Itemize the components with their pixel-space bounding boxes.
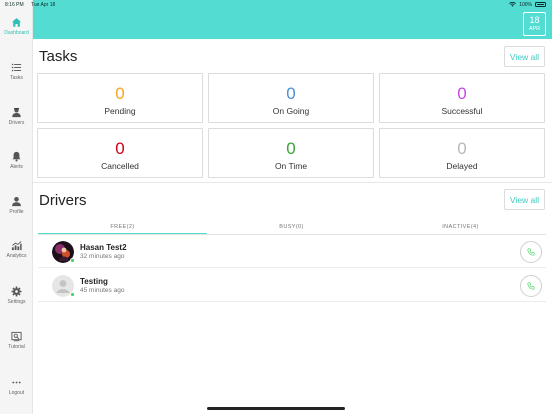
task-label: On Going bbox=[272, 106, 310, 116]
active-tab-indicator bbox=[38, 233, 207, 234]
tasks-title: Tasks bbox=[39, 48, 78, 65]
user-icon bbox=[12, 197, 21, 207]
status-date: Tue Apr 18 bbox=[31, 2, 56, 8]
status-time: 8:16 PM bbox=[5, 2, 24, 8]
task-card-on-time[interactable]: 0 On Time bbox=[208, 128, 374, 178]
sidebar-item-tutorial[interactable]: Tutorial bbox=[0, 331, 33, 361]
task-label: Delayed bbox=[446, 161, 478, 171]
driver-icon bbox=[12, 108, 21, 118]
driver-name: Hasan Test2 bbox=[80, 243, 127, 252]
driver-name: Testing bbox=[80, 277, 108, 286]
bell-icon bbox=[12, 151, 21, 162]
drivers-view-all-button[interactable]: View all bbox=[504, 189, 545, 210]
home-icon bbox=[11, 18, 22, 27]
sidebar-item-label: Settings bbox=[7, 299, 26, 305]
tutorial-icon bbox=[11, 331, 22, 342]
drivers-title: Drivers bbox=[39, 192, 87, 209]
analytics-icon bbox=[11, 241, 22, 251]
sidebar-item-alerts[interactable]: Alerts bbox=[0, 151, 33, 181]
home-indicator[interactable] bbox=[207, 407, 345, 410]
phone-icon bbox=[527, 282, 535, 290]
task-count: 0 bbox=[286, 139, 296, 158]
gear-icon bbox=[11, 286, 22, 297]
phone-icon bbox=[527, 248, 535, 256]
task-label: Cancelled bbox=[101, 161, 139, 171]
driver-row[interactable]: Hasan Test2 32 minutes ago bbox=[38, 235, 546, 268]
task-count: 0 bbox=[115, 139, 125, 158]
call-button[interactable] bbox=[520, 241, 542, 263]
sidebar-item-analytics[interactable]: Analytics bbox=[0, 240, 33, 270]
task-count: 0 bbox=[457, 139, 467, 158]
driver-last-seen: 45 minutes ago bbox=[80, 287, 125, 294]
sidebar-item-settings[interactable]: Settings bbox=[0, 286, 33, 316]
sidebar-item-profile[interactable]: Profile bbox=[0, 196, 33, 226]
status-bar: 8:16 PM Tue Apr 18 100% bbox=[0, 0, 552, 10]
driver-row[interactable]: Testing 45 minutes ago bbox=[38, 269, 546, 302]
sidebar-item-label: Tasks bbox=[10, 75, 23, 81]
task-card-ongoing[interactable]: 0 On Going bbox=[208, 73, 374, 123]
date-badge-day: 18 bbox=[529, 15, 540, 25]
task-card-cancelled[interactable]: 0 Cancelled bbox=[37, 128, 203, 178]
date-badge[interactable]: 18 APR bbox=[523, 12, 546, 36]
sidebar: Dashboard Tasks Drivers Alerts Profile A… bbox=[0, 0, 33, 414]
section-divider bbox=[33, 182, 552, 183]
task-label: Successful bbox=[441, 106, 483, 116]
tab-busy[interactable]: BUSY(0) bbox=[207, 224, 376, 230]
tasks-view-all-button[interactable]: View all bbox=[504, 46, 545, 67]
sidebar-item-label: Analytics bbox=[6, 253, 27, 259]
sidebar-item-label: Logout bbox=[8, 390, 25, 396]
task-card-pending[interactable]: 0 Pending bbox=[37, 73, 203, 123]
task-label: On Time bbox=[274, 161, 308, 171]
more-icon bbox=[12, 381, 21, 384]
sidebar-item-dashboard[interactable]: Dashboard bbox=[0, 17, 33, 47]
battery-icon bbox=[535, 2, 546, 7]
task-count: 0 bbox=[115, 84, 125, 103]
task-label: Pending bbox=[104, 106, 136, 116]
tab-free[interactable]: FREE(2) bbox=[38, 224, 207, 230]
task-count: 0 bbox=[286, 84, 296, 103]
sidebar-item-tasks[interactable]: Tasks bbox=[0, 62, 33, 92]
task-card-successful[interactable]: 0 Successful bbox=[379, 73, 545, 123]
sidebar-item-label: Tutorial bbox=[8, 344, 25, 350]
online-status-dot bbox=[70, 292, 75, 297]
sidebar-item-logout[interactable]: Logout bbox=[0, 377, 33, 407]
app-screen: 18 APR 8:16 PM Tue Apr 18 100% Dashboard… bbox=[0, 0, 552, 414]
sidebar-item-drivers[interactable]: Drivers bbox=[0, 107, 33, 137]
main-content: Tasks View all 0 Pending 0 On Going 0 Su… bbox=[33, 39, 552, 414]
online-status-dot bbox=[70, 258, 75, 263]
call-button[interactable] bbox=[520, 275, 542, 297]
status-right: 100% bbox=[509, 2, 546, 8]
sidebar-item-label: Drivers bbox=[8, 120, 25, 126]
sidebar-item-label: Alerts bbox=[10, 164, 23, 170]
battery-percent: 100% bbox=[519, 1, 532, 8]
date-badge-month: APR bbox=[528, 26, 541, 32]
wifi-icon bbox=[509, 2, 517, 7]
sidebar-item-label: Profile bbox=[9, 209, 24, 215]
list-icon bbox=[11, 63, 22, 72]
tab-inactive[interactable]: INACTIVE(4) bbox=[376, 224, 545, 230]
sidebar-item-label: Dashboard bbox=[4, 30, 29, 36]
task-card-delayed[interactable]: 0 Delayed bbox=[379, 128, 545, 178]
driver-last-seen: 32 minutes ago bbox=[80, 253, 125, 260]
task-count: 0 bbox=[457, 84, 467, 103]
